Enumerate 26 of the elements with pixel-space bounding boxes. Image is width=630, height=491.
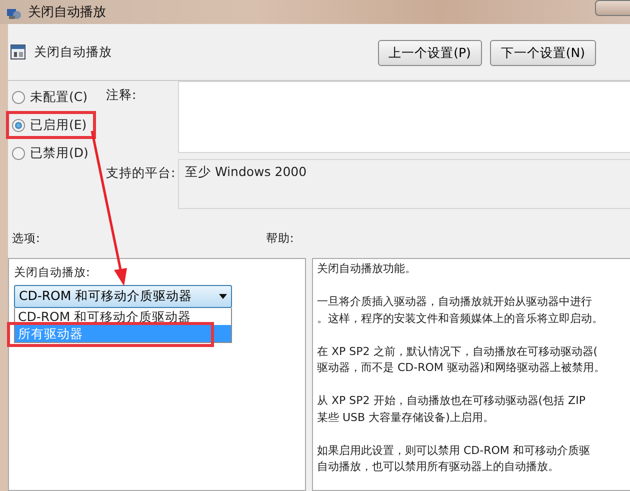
radio-option[interactable]: 未配置(C) bbox=[12, 87, 106, 107]
dropdown[interactable]: CD-ROM 和可移动介质驱动器 bbox=[14, 285, 232, 308]
comment-label: 注释: bbox=[106, 86, 138, 104]
help-text: 如果启用此设置，则可以禁用 CD-ROM 和可移动介质驱 bbox=[317, 442, 591, 458]
help-text: 某些 USB 大容量存储设备)上启用。 bbox=[317, 410, 495, 426]
help-text: 自动播放，也可以禁用所有驱动器上的自动播放。 bbox=[317, 459, 560, 475]
caret-icon bbox=[219, 294, 227, 299]
help-text: 从 XP SP2 开始，自动播放也在可移动驱动器(包括 ZIP bbox=[317, 393, 586, 409]
radio-option[interactable]: 已启用(E) bbox=[12, 115, 106, 135]
nav-button[interactable]: 上一个设置(P) bbox=[378, 40, 482, 66]
window-title: 关闭自动播放 bbox=[28, 4, 106, 21]
options-label: 选项: bbox=[12, 230, 40, 246]
radio-option[interactable]: 已禁用(D) bbox=[12, 143, 106, 163]
platform-label: 支持的平台: bbox=[106, 164, 176, 182]
help-label: 帮助: bbox=[266, 230, 294, 246]
policy-title: 关闭自动播放 bbox=[34, 44, 112, 60]
platform-field: 至少 Windows 2000 bbox=[178, 159, 630, 209]
minimize-button[interactable] bbox=[595, 0, 630, 16]
nav-button[interactable]: 下一个设置(N) bbox=[490, 40, 596, 66]
help-text: 关闭自动播放功能。 bbox=[317, 261, 417, 277]
help-text: 驱动器，而不是 CD-ROM 驱动器)和网络驱动器上被禁用。 bbox=[317, 360, 606, 376]
comment-field[interactable] bbox=[178, 81, 630, 153]
help-text: 一旦将介质插入驱动器，自动播放就开始从驱动器中进行 bbox=[317, 294, 593, 310]
setting-label: 关闭自动播放: bbox=[14, 265, 91, 280]
help-text: 在 XP SP2 之前，默认情况下，自动播放在可移动驱动器( bbox=[317, 344, 599, 360]
help-text: 。这样，程序的安装文件和音频媒体上的音乐将立即启动。 bbox=[317, 310, 604, 326]
